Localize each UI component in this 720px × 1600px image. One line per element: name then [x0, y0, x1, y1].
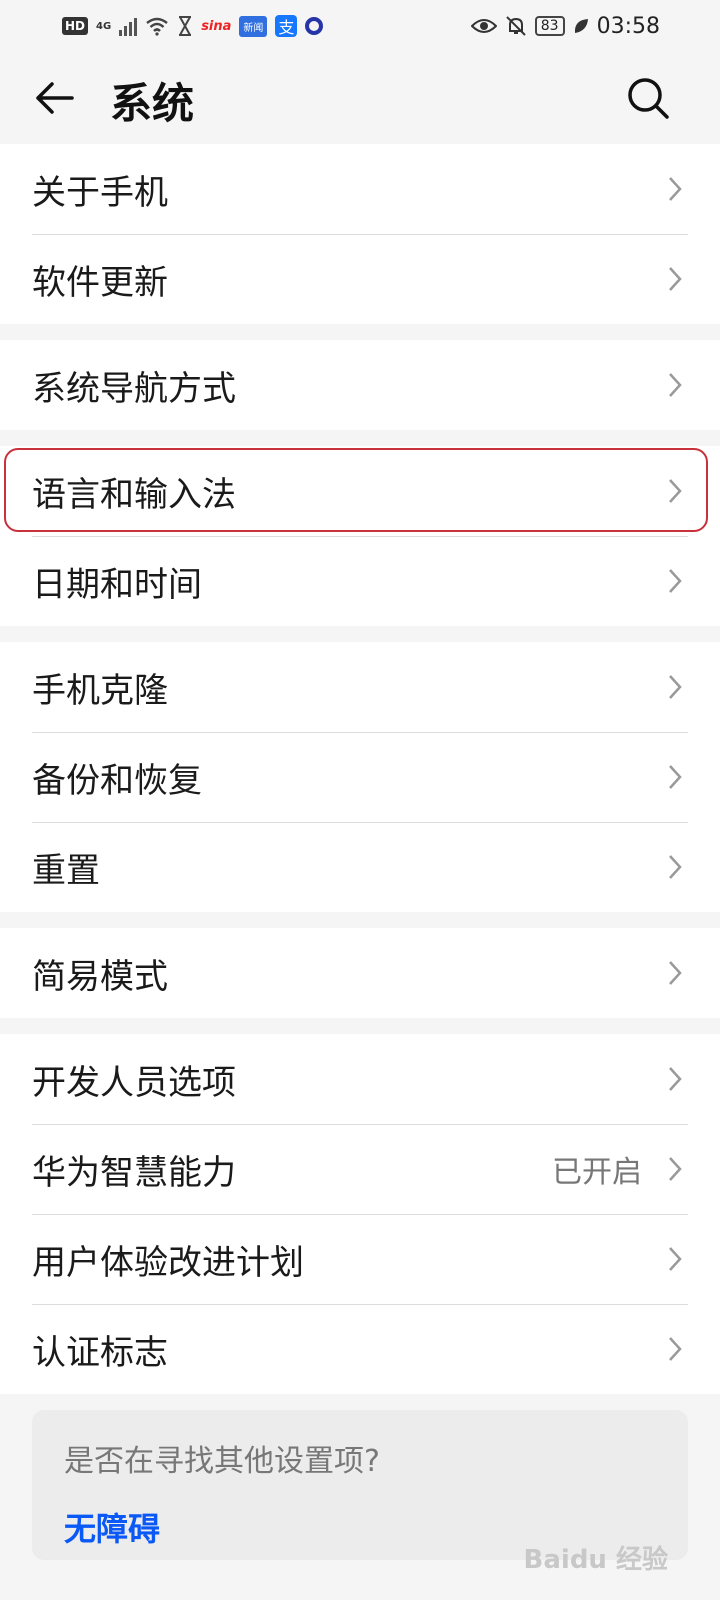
clock: 03:58	[596, 13, 660, 39]
setting-label: 华为智慧能力	[32, 1152, 236, 1193]
circle-app-icon	[305, 17, 324, 35]
setting-certification-logos[interactable]: 认证标志	[0, 1304, 720, 1394]
chevron-right-icon	[669, 1067, 682, 1091]
setting-label: 认证标志	[32, 1332, 168, 1373]
setting-label: 备份和恢复	[32, 760, 202, 801]
baidu-watermark: Baidu 经验	[523, 1545, 668, 1575]
settings-group: 系统导航方式	[0, 340, 720, 430]
settings-group: 开发人员选项 华为智慧能力 已开启 用户体验改进计划 认证标志	[0, 1034, 720, 1394]
network-type: 4G	[96, 20, 112, 32]
status-right: 83 03:58	[470, 13, 660, 39]
chevron-right-icon	[669, 1157, 682, 1181]
settings-group: 简易模式	[0, 928, 720, 1018]
app-bar: 系统	[0, 52, 720, 144]
chevron-right-icon	[669, 479, 682, 503]
chevron-right-icon	[669, 961, 682, 985]
eye-icon	[470, 19, 497, 33]
hd-icon: HD	[62, 17, 89, 35]
page-title: 系统	[110, 79, 195, 128]
chevron-right-icon	[669, 373, 682, 397]
chevron-right-icon	[669, 1247, 682, 1271]
setting-label: 开发人员选项	[32, 1062, 236, 1103]
arrow-left-icon[interactable]	[32, 76, 76, 120]
setting-user-experience-program[interactable]: 用户体验改进计划	[0, 1214, 720, 1304]
chevron-right-icon	[669, 855, 682, 879]
chevron-right-icon	[669, 765, 682, 789]
setting-label: 重置	[32, 850, 100, 891]
setting-label: 简易模式	[32, 956, 168, 997]
mute-bell-icon	[506, 16, 526, 36]
settings-group: 关于手机 软件更新	[0, 144, 720, 324]
chevron-right-icon	[669, 675, 682, 699]
settings-group: 手机克隆 备份和恢复 重置	[0, 642, 720, 912]
sina-app-icon: sina	[201, 18, 232, 34]
suggestion-card: 是否在寻找其他设置项? 无障碍	[32, 1410, 688, 1560]
setting-software-update[interactable]: 软件更新	[0, 234, 720, 324]
setting-language-input[interactable]: 语言和输入法	[0, 446, 720, 536]
alipay-app-icon: 支	[275, 15, 298, 37]
chevron-right-icon	[669, 569, 682, 593]
setting-status: 已开启	[552, 1155, 642, 1190]
setting-label: 用户体验改进计划	[32, 1242, 304, 1283]
news-app-icon: 新闻	[239, 15, 268, 37]
setting-backup-restore[interactable]: 备份和恢复	[0, 732, 720, 822]
setting-label: 关于手机	[32, 172, 168, 213]
chevron-right-icon	[669, 267, 682, 291]
battery-icon: 83	[534, 16, 565, 36]
setting-simple-mode[interactable]: 简易模式	[0, 928, 720, 1018]
setting-label: 手机克隆	[32, 670, 168, 711]
signal-icon	[119, 16, 138, 36]
settings-group: 语言和输入法 日期和时间	[0, 446, 720, 626]
setting-label: 语言和输入法	[32, 474, 236, 515]
wifi-icon	[146, 17, 168, 36]
setting-about-phone[interactable]: 关于手机	[0, 144, 720, 234]
hourglass-icon	[179, 16, 192, 36]
leaf-icon	[574, 19, 588, 33]
setting-developer-options[interactable]: 开发人员选项	[0, 1034, 720, 1124]
setting-date-time[interactable]: 日期和时间	[0, 536, 720, 626]
search-icon[interactable]	[624, 74, 672, 122]
accessibility-link[interactable]: 无障碍	[64, 1504, 160, 1550]
chevron-right-icon	[669, 1337, 682, 1361]
setting-phone-clone[interactable]: 手机克隆	[0, 642, 720, 732]
status-left: HD 4G sina 新闻 支	[62, 15, 324, 37]
setting-navigation-mode[interactable]: 系统导航方式	[0, 340, 720, 430]
setting-label: 软件更新	[32, 262, 168, 303]
status-bar: HD 4G sina 新闻 支 83 03:58	[0, 0, 720, 52]
setting-huawei-smart-ability[interactable]: 华为智慧能力 已开启	[0, 1124, 720, 1214]
chevron-right-icon	[669, 177, 682, 201]
setting-label: 日期和时间	[32, 564, 202, 605]
setting-label: 系统导航方式	[32, 368, 236, 409]
setting-reset[interactable]: 重置	[0, 822, 720, 912]
suggestion-question: 是否在寻找其他设置项?	[64, 1444, 380, 1479]
